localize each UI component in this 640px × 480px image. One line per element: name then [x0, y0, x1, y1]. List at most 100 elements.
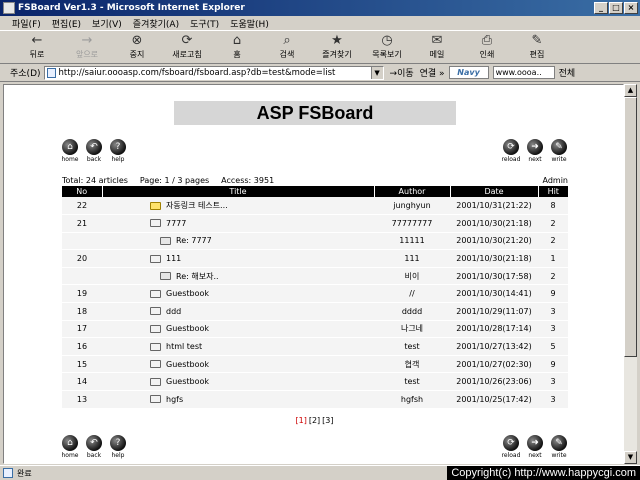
row-title-link[interactable]: 자동링크 테스트...: [166, 201, 228, 210]
row-title-link[interactable]: Guestbook: [166, 360, 209, 369]
table-row: Re: 7777 11111 2001/10/30(21:20) 2: [62, 232, 568, 251]
menu-item[interactable]: 즐겨찾기(A): [133, 17, 179, 30]
vertical-scrollbar[interactable]: ▲ ▼: [624, 84, 637, 464]
go-button[interactable]: →이동: [390, 66, 414, 79]
row-title-cell: 7777: [102, 214, 374, 233]
maximize-button[interactable]: □: [609, 2, 623, 14]
reload-button[interactable]: ⟳ reload: [501, 139, 521, 163]
scroll-down-icon[interactable]: ▼: [624, 451, 637, 464]
board-header-row: No Title Author Date Hit: [62, 186, 568, 197]
row-title-link[interactable]: 7777: [166, 219, 186, 228]
close-button[interactable]: ×: [624, 2, 638, 14]
toolbar-button[interactable]: → 앞으로: [62, 31, 112, 63]
row-title-link[interactable]: Re: 7777: [176, 236, 212, 245]
row-title-link[interactable]: Guestbook: [166, 377, 209, 386]
write-button[interactable]: ✎ write: [549, 139, 569, 163]
scroll-up-icon[interactable]: ▲: [624, 84, 637, 97]
toolbar-icon: ◷: [381, 33, 393, 48]
folder-icon: [150, 377, 161, 386]
toolbar-label: 앞으로: [75, 50, 99, 59]
write-button[interactable]: ✎ write: [549, 435, 569, 459]
toolbar-button[interactable]: ← 뒤로: [12, 31, 62, 63]
help-button[interactable]: ? help: [108, 139, 128, 163]
row-title-link[interactable]: Guestbook: [166, 324, 209, 333]
address-input[interactable]: http://saiur.oooasp.com/fsboard/fsboard.…: [43, 65, 384, 80]
reload-button[interactable]: ⟳ reload: [501, 435, 521, 459]
row-number: 17: [62, 320, 102, 339]
toolbar-icon: ⌕: [283, 33, 291, 48]
column-header: Title: [101, 186, 374, 197]
toolbar-label: 뒤로: [29, 50, 45, 59]
row-date: 2001/10/29(11:07): [450, 302, 538, 321]
toolbar-button[interactable]: ⌂ 홈: [212, 31, 262, 63]
home-button[interactable]: ⌂ home: [60, 435, 80, 459]
write-icon: ✎: [551, 139, 567, 155]
help-button[interactable]: ? help: [108, 435, 128, 459]
row-number: 21: [62, 214, 102, 233]
navy-search-input[interactable]: www.oooa..: [492, 66, 555, 79]
row-title-link[interactable]: 111: [166, 254, 181, 263]
toolbar-button[interactable]: ⟳ 새로고침: [162, 31, 212, 63]
table-row: 14 Guestbook test 2001/10/26(23:06) 3: [62, 372, 568, 392]
toolbar-label: 홈: [233, 50, 241, 59]
minimize-button[interactable]: _: [594, 2, 608, 14]
nav-left-bottom: ⌂ home ↶ back? help: [60, 435, 128, 459]
toolbar-icon: ⟳: [181, 33, 193, 48]
page-icon: [46, 67, 56, 78]
row-title-link[interactable]: ddd: [166, 307, 181, 316]
menu-item[interactable]: 도움말(H): [230, 17, 269, 30]
menu-item[interactable]: 도구(T): [190, 17, 219, 30]
admin-link[interactable]: Admin: [543, 176, 569, 185]
address-label: 주소(D): [10, 69, 41, 79]
toolbar-button[interactable]: ✎ 편집: [512, 31, 562, 63]
row-title-link[interactable]: Guestbook: [166, 289, 209, 298]
row-number: [62, 232, 102, 251]
row-hit: 8: [538, 197, 568, 216]
row-title-link[interactable]: html test: [166, 342, 202, 351]
next-button[interactable]: ➜ next: [525, 435, 545, 459]
address-dropdown-icon[interactable]: ▼: [370, 66, 383, 79]
menu-item[interactable]: 편집(E): [52, 17, 81, 30]
table-row: 19 Guestbook //2001/10/30(14:41) 9: [62, 284, 568, 304]
status-bar: 완료 Copyright(c) http://www.happycgi.com: [0, 465, 640, 480]
toolbar-button[interactable]: ⊗ 중지: [112, 31, 162, 63]
folder-icon: [150, 201, 161, 210]
links-button[interactable]: 연결 »: [420, 66, 445, 79]
row-date: 2001/10/30(17:58): [450, 267, 538, 286]
menu-item[interactable]: 보기(V): [92, 17, 122, 30]
toolbar-button[interactable]: ⎙ 인쇄: [462, 31, 512, 63]
home-button[interactable]: ⌂ home: [60, 139, 80, 163]
folder-icon: [150, 307, 161, 316]
row-number: 16: [62, 337, 102, 356]
row-title-link[interactable]: hgfs: [166, 395, 183, 404]
row-number: 14: [62, 372, 102, 392]
toolbar-button[interactable]: ★ 즐겨찾기: [312, 31, 362, 63]
folder-icon: [150, 219, 161, 228]
back-icon: ↶: [86, 435, 102, 451]
table-row: Re: 해보자.. 비이 2001/10/30(17:58) 2: [62, 267, 568, 286]
row-title-cell: Guestbook: [102, 372, 374, 392]
row-author: dddd: [374, 302, 450, 321]
toolbar-button[interactable]: ⌕ 검색: [262, 31, 312, 63]
scroll-thumb[interactable]: [624, 97, 637, 357]
row-number: 22: [62, 197, 102, 216]
page-link[interactable]: [1]: [295, 416, 306, 425]
back-button[interactable]: ↶ back: [84, 139, 104, 163]
navy-all-button[interactable]: 전체: [559, 66, 576, 79]
row-date: 2001/10/30(21:18): [450, 249, 538, 268]
home-label: home: [61, 156, 79, 163]
back-button[interactable]: ↶ back: [84, 435, 104, 459]
row-title-cell: 111: [102, 249, 374, 268]
toolbar-button[interactable]: ✉ 메일: [412, 31, 462, 63]
row-date: 2001/10/25(17:42): [450, 390, 538, 409]
folder-icon: [150, 254, 161, 263]
page-link[interactable]: [3]: [322, 416, 333, 425]
row-author: junghyun: [374, 197, 450, 216]
next-button[interactable]: ➜ next: [525, 139, 545, 163]
access-count: Access: 3951: [221, 176, 275, 185]
toolbar-button[interactable]: ◷ 목록보기: [362, 31, 412, 63]
page-link[interactable]: [2]: [309, 416, 320, 425]
toolbar-label: 중지: [129, 50, 145, 59]
menu-item[interactable]: 파일(F): [12, 17, 41, 30]
row-title-link[interactable]: Re: 해보자..: [176, 272, 219, 281]
